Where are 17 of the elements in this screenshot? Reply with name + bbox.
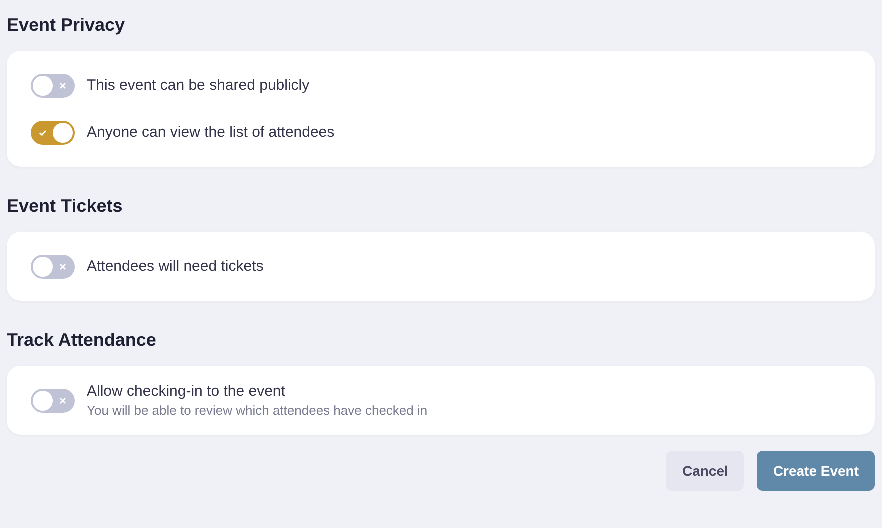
option-description: You will be able to review which attendees have checked in <box>87 403 428 418</box>
toggle-switch[interactable] <box>31 388 75 412</box>
toggle-switch[interactable] <box>31 74 75 98</box>
cross-icon <box>58 80 68 90</box>
option-label: Attendees will need tickets <box>87 258 264 275</box>
cross-icon <box>58 262 68 272</box>
option-label: Allow checking-in to the event <box>87 383 286 400</box>
section-heading: Event Privacy <box>7 14 126 37</box>
toggle-switch[interactable] <box>31 120 75 144</box>
create-button[interactable]: Create Event <box>757 451 875 491</box>
option-label: Anyone can view the list of attendees <box>87 124 335 141</box>
cancel-button[interactable]: Cancel <box>666 451 744 491</box>
option-label: This event can be shared publicly <box>87 77 310 94</box>
toggle-switch[interactable] <box>31 254 75 278</box>
section-heading: Track Attendance <box>7 329 156 352</box>
section-heading: Event Tickets <box>7 195 123 218</box>
cross-icon <box>58 396 68 406</box>
